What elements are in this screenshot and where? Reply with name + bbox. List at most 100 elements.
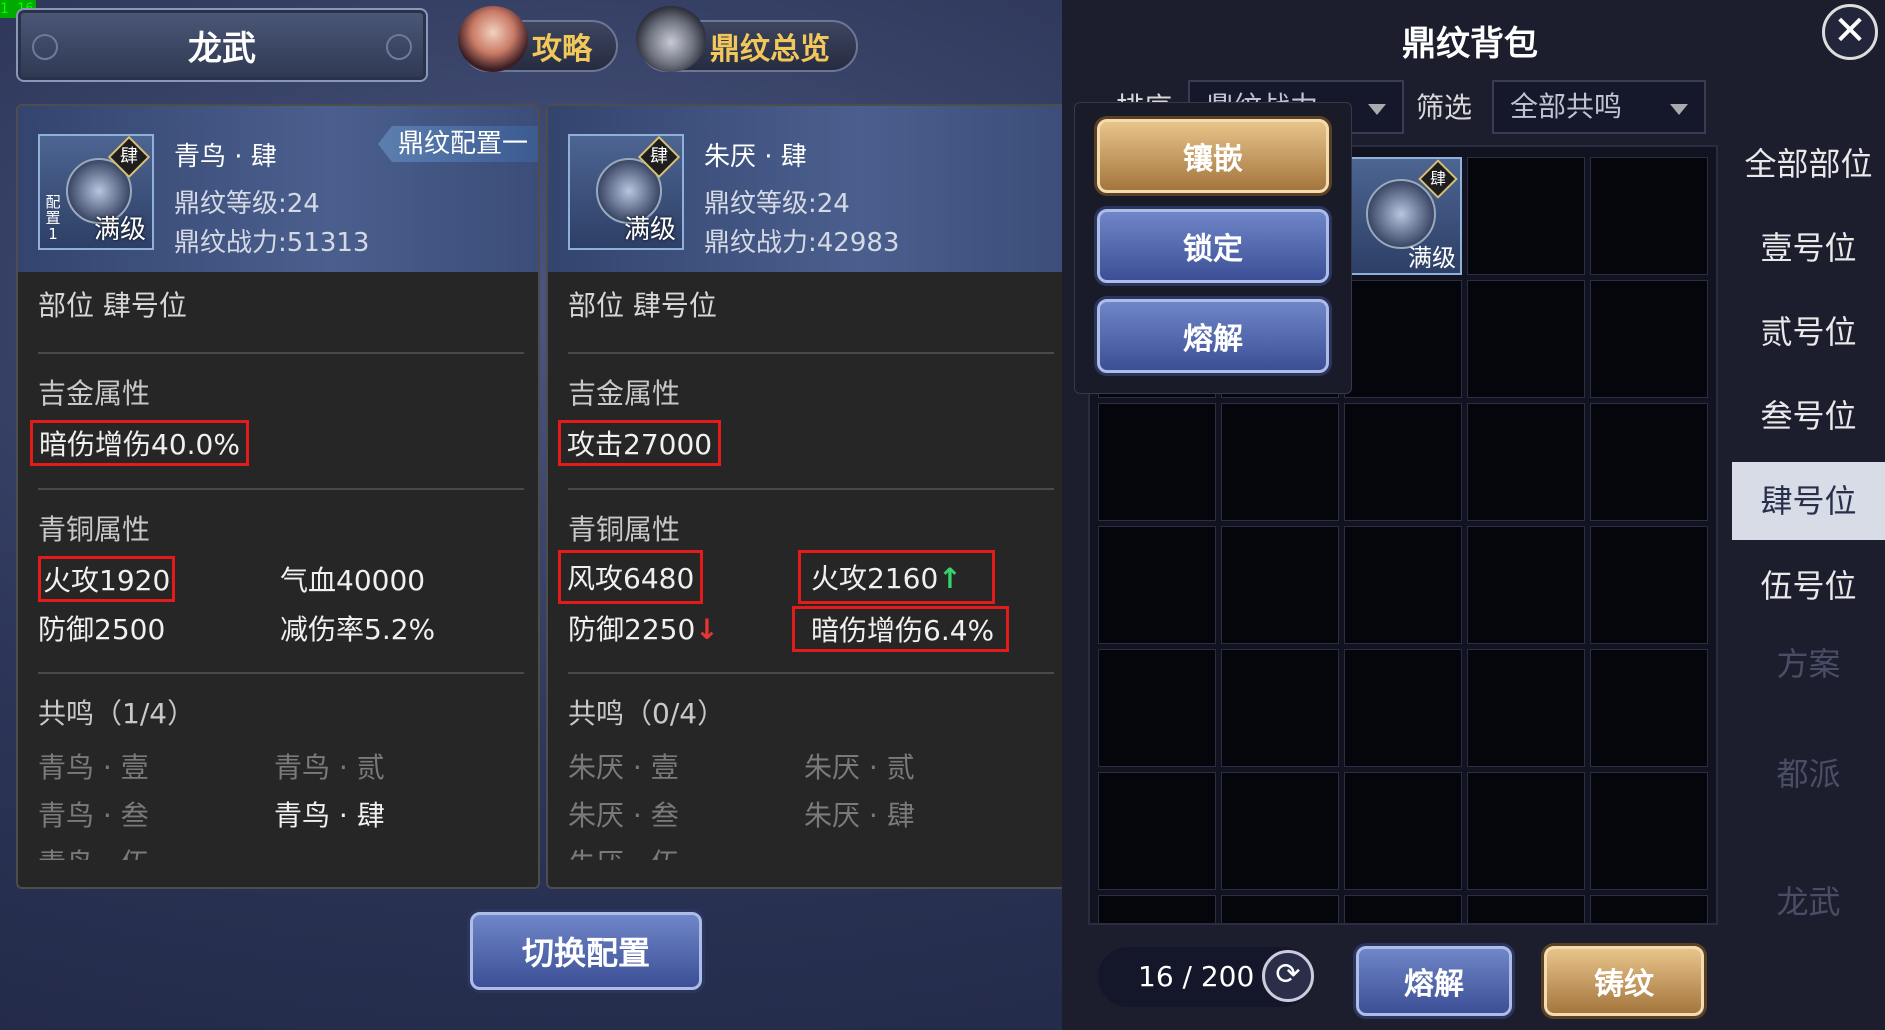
bag-slot[interactable] xyxy=(1344,649,1462,767)
bronze-attr-fire-attack: 火攻1920 xyxy=(38,556,176,602)
background-text: 龙武 xyxy=(1776,883,1841,921)
filter-value: 全部共鸣 xyxy=(1510,90,1623,123)
bag-slot[interactable] xyxy=(1344,280,1462,398)
position-label: 部位 肆号位 xyxy=(38,289,187,322)
bulk-melt-button[interactable]: 熔解 xyxy=(1356,946,1512,1016)
arrow-up-icon: ↑ xyxy=(938,562,962,595)
bag-slot[interactable] xyxy=(1467,526,1585,644)
max-level-label: 满级 xyxy=(93,215,146,245)
bag-slot[interactable] xyxy=(1344,403,1462,521)
bag-slot[interactable] xyxy=(1590,280,1708,398)
divider xyxy=(568,352,1054,354)
bag-slot[interactable] xyxy=(1590,157,1708,275)
rune-icon[interactable]: 肆 满级 xyxy=(568,134,684,250)
ornament-icon xyxy=(32,34,58,60)
arrow-down-icon: ↓ xyxy=(695,613,719,646)
divider xyxy=(568,672,1054,674)
equipped-rune-card: 肆 配置1 满级 青鸟 · 肆 鼎纹等级:24 鼎纹战力:51313 鼎纹配置一… xyxy=(16,104,540,889)
rune-icon[interactable]: 肆 配置1 满级 xyxy=(38,134,154,250)
gold-attr-title: 吉金属性 xyxy=(38,377,151,410)
close-button[interactable]: ✕ xyxy=(1822,4,1878,60)
bag-item[interactable]: 肆 满级 xyxy=(1344,157,1462,275)
bronze-attr-title: 青铜属性 xyxy=(568,513,681,546)
switch-config-button[interactable]: 切换配置 xyxy=(470,912,702,990)
divider xyxy=(38,352,524,354)
filter-label: 筛选 xyxy=(1416,91,1473,124)
bag-slot[interactable] xyxy=(1344,772,1462,890)
category-tab[interactable]: 叁号位 xyxy=(1732,377,1885,455)
page-title: 龙武 xyxy=(188,28,256,69)
max-level-label: 满级 xyxy=(1408,244,1456,272)
resonance-title: 共鸣（1/4） xyxy=(38,697,196,730)
bag-slot[interactable] xyxy=(1344,895,1462,923)
bag-slot[interactable] xyxy=(1098,772,1216,890)
bag-slot[interactable] xyxy=(1590,895,1708,923)
bag-slot[interactable] xyxy=(1098,895,1216,923)
config-badge: 配置1 xyxy=(45,193,61,243)
ornament-icon xyxy=(386,34,412,60)
category-tab[interactable]: 全部部位 xyxy=(1732,125,1885,203)
bag-slot[interactable] xyxy=(1590,772,1708,890)
lock-button[interactable]: 锁定 xyxy=(1097,209,1329,283)
inlay-button[interactable]: 镶嵌 xyxy=(1097,119,1329,193)
gold-attr-title: 吉金属性 xyxy=(568,377,681,410)
bag-slot[interactable] xyxy=(1098,649,1216,767)
bag-slot[interactable] xyxy=(1467,772,1585,890)
bag-slot[interactable] xyxy=(1467,157,1585,275)
bag-slot[interactable] xyxy=(1221,649,1339,767)
bronze-attr-fire-attack: 火攻2160↑ xyxy=(798,550,995,604)
background-text: 方案 xyxy=(1776,645,1841,683)
guide-button[interactable]: 攻略 xyxy=(458,6,618,72)
bag-slot[interactable] xyxy=(1590,526,1708,644)
position-label: 部位 肆号位 xyxy=(568,289,717,322)
bag-slot[interactable] xyxy=(1098,526,1216,644)
overview-button[interactable]: 鼎纹总览 xyxy=(636,6,858,72)
resonance-item: 朱厌 · 肆 xyxy=(804,799,915,832)
gold-attr-value: 暗伤增伤40.0% xyxy=(30,420,249,466)
bronze-attr-title: 青铜属性 xyxy=(38,513,151,546)
resonance-item: 朱厌 · 壹 xyxy=(568,751,679,784)
bag-slot[interactable] xyxy=(1098,403,1216,521)
bag-slot[interactable] xyxy=(1467,280,1585,398)
cauldron-icon xyxy=(636,6,706,72)
resonance-item: 朱厌 · 伍 xyxy=(568,842,679,860)
max-level-label: 满级 xyxy=(623,215,676,245)
resonance-item: 朱厌 · 贰 xyxy=(804,751,915,784)
category-tab-selected[interactable]: 肆号位 xyxy=(1732,462,1885,540)
category-tab[interactable]: 贰号位 xyxy=(1732,293,1885,371)
close-icon: ✕ xyxy=(1833,8,1867,54)
divider xyxy=(38,488,524,490)
divider xyxy=(38,672,524,674)
filter-dropdown[interactable]: 全部共鸣 xyxy=(1492,80,1706,134)
category-tab[interactable]: 壹号位 xyxy=(1732,209,1885,287)
refresh-button[interactable]: ⟳ xyxy=(1262,950,1314,1002)
bag-slot[interactable] xyxy=(1221,895,1339,923)
bag-slot[interactable] xyxy=(1221,772,1339,890)
resonance-item: 青鸟 · 叁 xyxy=(38,799,149,832)
bag-slot[interactable] xyxy=(1467,403,1585,521)
chevron-down-icon xyxy=(1368,104,1386,115)
compare-rune-card: 肆 满级 朱厌 · 肆 鼎纹等级:24 鼎纹战力:42983 部位 肆号位 吉金… xyxy=(546,104,1070,889)
overview-label: 鼎纹总览 xyxy=(710,32,830,67)
rune-power: 鼎纹战力:51313 xyxy=(174,228,370,258)
bronze-attr-damage-reduction: 减伤率5.2% xyxy=(280,613,436,646)
resonance-item: 青鸟 · 壹 xyxy=(38,751,149,784)
resonance-item-active: 青鸟 · 肆 xyxy=(274,799,385,832)
bag-slot[interactable] xyxy=(1590,649,1708,767)
config-tag: 鼎纹配置一 xyxy=(377,126,538,162)
bag-slot[interactable] xyxy=(1221,526,1339,644)
category-tab[interactable]: 伍号位 xyxy=(1732,547,1885,625)
bag-slot[interactable] xyxy=(1221,403,1339,521)
bag-slot[interactable] xyxy=(1344,526,1462,644)
resonance-item: 青鸟 · 伍 xyxy=(38,842,149,860)
bronze-attr-defense: 防御2500 xyxy=(38,613,166,646)
bag-slot[interactable] xyxy=(1590,403,1708,521)
forge-button[interactable]: 铸纹 xyxy=(1544,946,1704,1016)
card-header: 肆 配置1 满级 青鸟 · 肆 鼎纹等级:24 鼎纹战力:51313 鼎纹配置一 xyxy=(18,106,538,272)
melt-button[interactable]: 熔解 xyxy=(1097,299,1329,373)
card-header: 肆 满级 朱厌 · 肆 鼎纹等级:24 鼎纹战力:42983 xyxy=(548,106,1068,272)
background-text: 都派 xyxy=(1776,755,1841,793)
bag-slot[interactable] xyxy=(1467,649,1585,767)
bag-slot[interactable] xyxy=(1467,895,1585,923)
resonance-title: 共鸣（0/4） xyxy=(568,697,726,730)
